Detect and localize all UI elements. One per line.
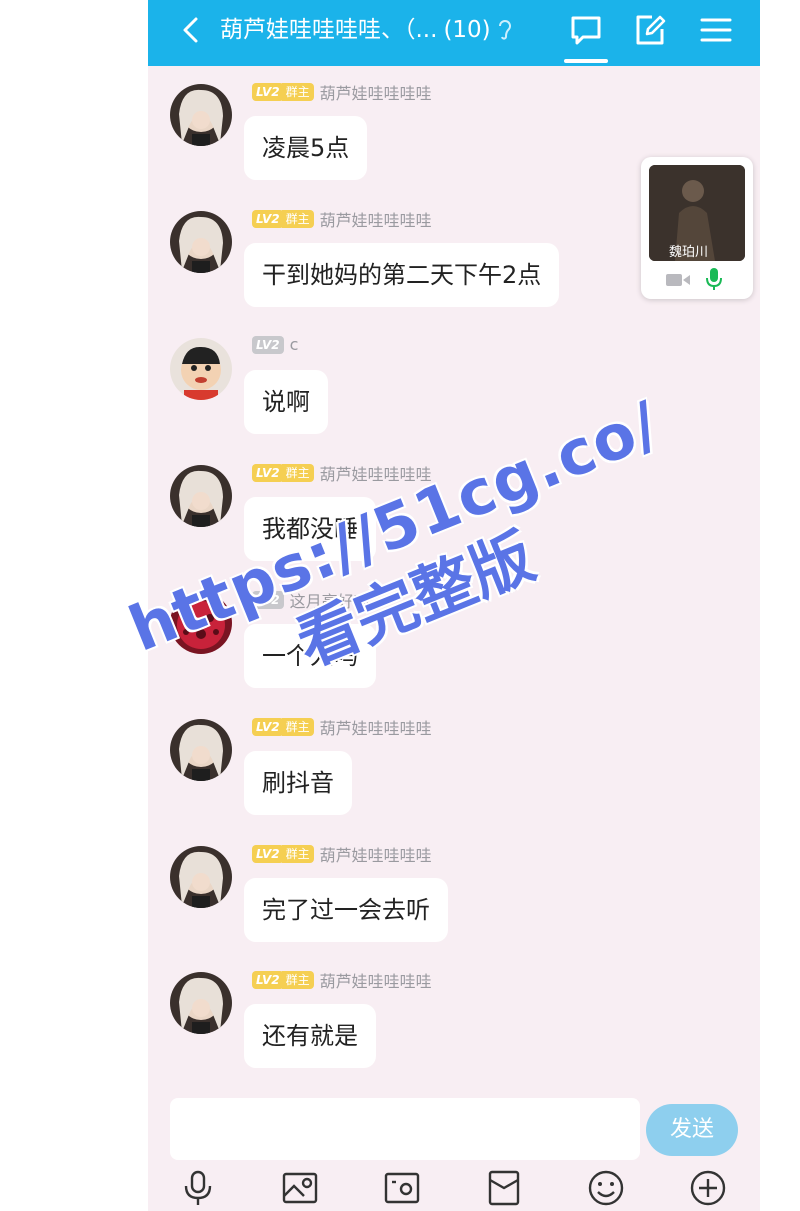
cartoon-boy-avatar-icon [170,338,232,400]
header-bar: 葫芦娃哇哇哇哇、（... (10) [148,0,760,66]
edit-icon[interactable] [632,12,668,48]
blonde-girl-avatar-icon [170,84,232,146]
red-packet-icon[interactable] [484,1168,524,1208]
sender-name: c [289,335,299,354]
camera-off-icon[interactable] [665,271,691,289]
sender-meta: LV2 群主 葫芦娃哇哇哇哇 [252,968,432,991]
level-badge: LV2 [252,210,284,228]
member-count: (10) [443,17,491,43]
avatar[interactable] [170,719,232,781]
red-ladybug-avatar-icon [170,592,232,654]
owner-badge: 群主 [281,83,314,101]
level-badge: LV2 [252,591,284,609]
image-icon[interactable] [280,1168,320,1208]
sender-name: 葫芦娃哇哇哇哇 [319,719,432,738]
sender-meta: LV2 群主 葫芦娃哇哇哇哇 [252,461,432,484]
message-bubble[interactable]: 凌晨5点 [244,116,368,180]
avatar[interactable] [170,211,232,273]
message-item: LV2 群主 葫芦娃哇哇哇哇 刷抖音 [148,709,760,829]
message-bubble[interactable]: 一个人吗 [244,624,376,688]
chat-icon[interactable] [568,12,604,48]
mic-icon[interactable] [178,1168,218,1208]
menu-icon[interactable] [698,12,734,48]
sender-meta: LV2 这月亮好高 [252,588,370,611]
message-bubble[interactable]: 说啊 [244,370,328,434]
chat-screen: 葫芦娃哇哇哇哇、（... (10) LV2 群主 葫芦娃哇哇哇哇 凌晨5点 LV… [148,0,760,1211]
owner-badge: 群主 [281,464,314,482]
blonde-girl-avatar-icon [170,465,232,527]
plus-icon[interactable] [688,1168,728,1208]
message-item: LV2 群主 葫芦娃哇哇哇哇 我都没睡 [148,455,760,575]
sender-name: 葫芦娃哇哇哇哇 [319,846,432,865]
avatar[interactable] [170,972,232,1034]
blonde-girl-avatar-icon [170,719,232,781]
level-badge: LV2 [252,464,284,482]
sender-name: 葫芦娃哇哇哇哇 [319,211,432,230]
blonde-girl-avatar-icon [170,211,232,273]
avatar[interactable] [170,84,232,146]
camera-icon[interactable] [382,1168,422,1208]
send-button[interactable]: 发送 [646,1104,738,1156]
avatar[interactable] [170,465,232,527]
back-arrow-icon[interactable] [174,13,208,47]
message-input[interactable] [170,1098,640,1160]
microphone-icon[interactable] [705,267,723,291]
blonde-girl-avatar-icon [170,846,232,908]
sender-meta: LV2 群主 葫芦娃哇哇哇哇 [252,80,432,103]
blonde-girl-avatar-icon [170,972,232,1034]
owner-badge: 群主 [281,210,314,228]
avatar[interactable] [170,592,232,654]
owner-badge: 群主 [281,971,314,989]
message-bubble[interactable]: 干到她妈的第二天下午2点 [244,243,560,307]
level-badge: LV2 [252,718,284,736]
level-badge: LV2 [252,845,284,863]
group-title[interactable]: 葫芦娃哇哇哇哇、（... (10) [220,15,513,45]
sender-name: 葫芦娃哇哇哇哇 [319,972,432,991]
owner-badge: 群主 [281,718,314,736]
sender-name: 葫芦娃哇哇哇哇 [319,465,432,484]
caller-name: 魏珀川 [669,245,709,260]
emoji-icon[interactable] [586,1168,626,1208]
message-bubble[interactable]: 完了过一会去听 [244,878,448,942]
active-tab-indicator [564,59,608,63]
video-call-window[interactable]: 魏珀川 [641,157,753,299]
avatar[interactable] [170,846,232,908]
message-bubble[interactable]: 我都没睡 [244,497,376,561]
level-badge: LV2 [252,335,284,354]
level-badge: LV2 [252,83,284,101]
level-badge: LV2 [252,971,284,989]
sender-name: 这月亮好高 [289,592,370,611]
message-item: LV2 群主 葫芦娃哇哇哇哇 还有就是 [148,962,760,1082]
sender-meta: LV2 群主 葫芦娃哇哇哇哇 [252,715,432,738]
sender-meta: LV2 c [252,334,298,356]
message-item: LV2 这月亮好高 一个人吗 [148,582,760,702]
message-bubble[interactable]: 还有就是 [244,1004,376,1068]
avatar[interactable] [170,338,232,400]
message-bubble[interactable]: 刷抖音 [244,751,352,815]
sender-meta: LV2 群主 葫芦娃哇哇哇哇 [252,207,432,230]
owner-badge: 群主 [281,845,314,863]
earpiece-icon [498,20,511,40]
sender-name: 葫芦娃哇哇哇哇 [319,84,432,103]
message-item: LV2 群主 葫芦娃哇哇哇哇 完了过一会去听 [148,836,760,956]
sender-meta: LV2 群主 葫芦娃哇哇哇哇 [252,842,432,865]
message-item: LV2 c 说啊 [148,328,760,448]
group-name: 葫芦娃哇哇哇哇、（... [220,17,438,43]
